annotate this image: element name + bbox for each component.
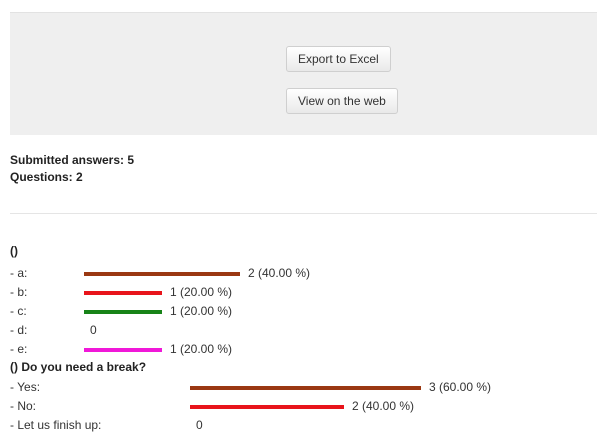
answer-label: - b: (10, 285, 28, 299)
answer-bar (84, 310, 162, 314)
answer-row: - d: 0 (10, 323, 590, 339)
answer-label: - c: (10, 304, 27, 318)
answer-label: - d: (10, 323, 28, 337)
question-title: () (10, 244, 18, 258)
answer-label: - Let us finish up: (10, 418, 102, 432)
answer-row: - b: 1 (20.00 %) (10, 285, 590, 301)
answer-value: 1 (20.00 %) (170, 342, 233, 356)
answer-value: 1 (20.00 %) (170, 304, 233, 318)
answer-value: 0 (90, 323, 97, 337)
answer-bar (84, 291, 162, 295)
answer-bar (84, 348, 162, 352)
answer-label: - e: (10, 342, 28, 356)
answer-row: - a: 2 (40.00 %) (10, 266, 590, 282)
answer-label: - No: (10, 399, 37, 413)
answer-value: 1 (20.00 %) (170, 285, 233, 299)
answer-bar (190, 405, 344, 409)
answer-label: - Yes: (10, 380, 41, 394)
poll-results: () - a: 2 (40.00 %) - b: 1 (20.00 %) - c: 1 (2… (0, 0, 597, 433)
answer-row: - Yes: 3 (60.00 %) (10, 380, 590, 396)
answer-bar (84, 272, 240, 276)
question-title: () Do you need a break? (10, 360, 147, 374)
answer-value: 0 (196, 418, 203, 432)
answer-row: - e: 1 (20.00 %) (10, 342, 590, 358)
answer-row: - c: 1 (20.00 %) (10, 304, 590, 320)
answer-bar (190, 386, 421, 390)
answer-value: 3 (60.00 %) (429, 380, 492, 394)
answer-row: - Let us finish up: 0 (10, 418, 590, 434)
answer-row: - No: 2 (40.00 %) (10, 399, 590, 415)
answer-value: 2 (40.00 %) (248, 266, 311, 280)
answer-value: 2 (40.00 %) (352, 399, 415, 413)
answer-label: - a: (10, 266, 28, 280)
